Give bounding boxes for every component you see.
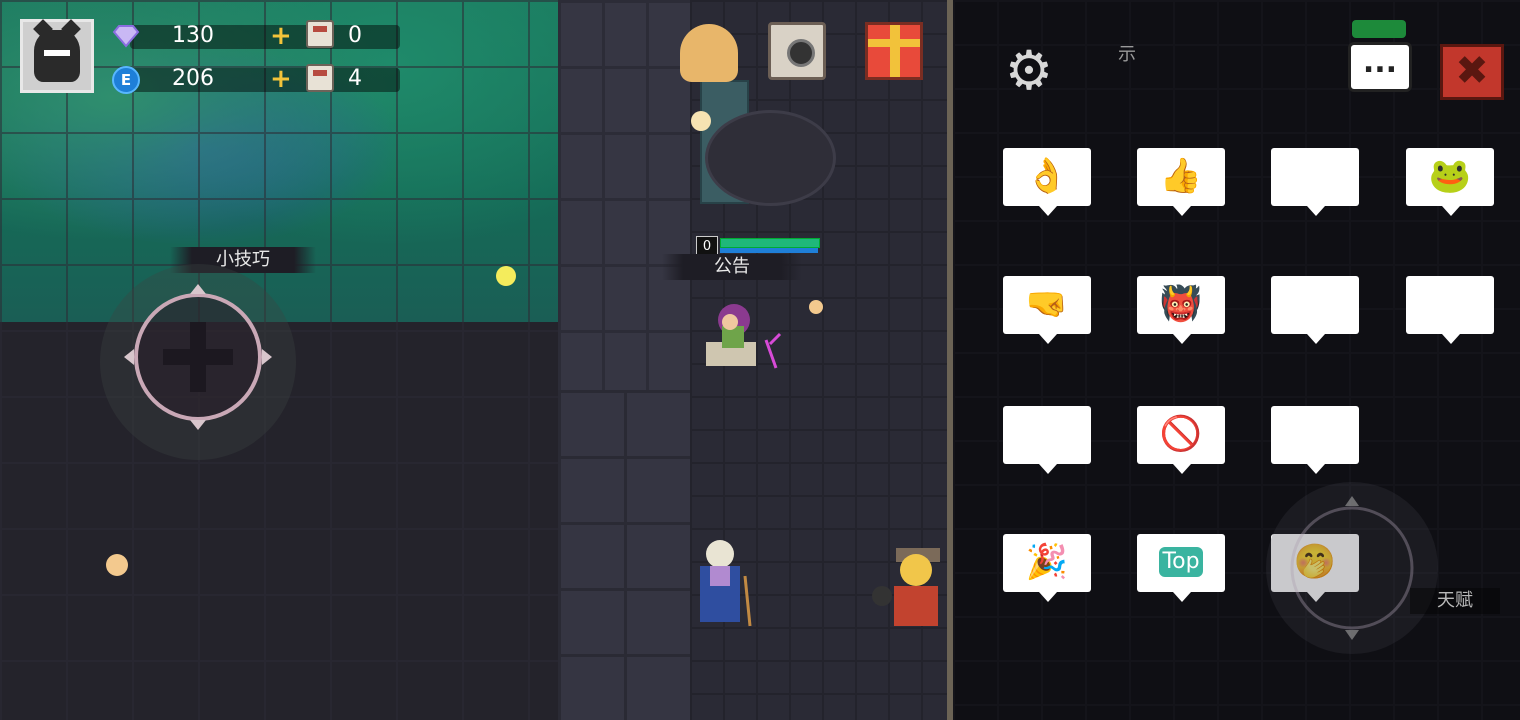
- energy-count: 206: [172, 66, 214, 91]
- add-gems-button[interactable]: +: [270, 23, 292, 49]
- talent-label[interactable]: 天赋: [1410, 588, 1500, 614]
- cat-avatar-icon: [34, 30, 80, 82]
- light-orb: [691, 111, 711, 131]
- notice-label[interactable]: 公告: [662, 254, 802, 280]
- player-shield-bar: [720, 248, 818, 253]
- gift-icon[interactable]: [865, 22, 923, 80]
- corridor-floor: [558, 0, 690, 390]
- camera-icon[interactable]: [768, 22, 826, 80]
- chat-badge: [1352, 20, 1406, 38]
- green-blob-grin-icon: 😁: [1432, 284, 1468, 324]
- material-bag-icon: [306, 64, 334, 92]
- love-face-icon: 😍: [1297, 414, 1333, 454]
- material-b-count: 4: [348, 66, 362, 91]
- top-label: Top: [1159, 547, 1203, 577]
- diamond-icon: [112, 25, 140, 48]
- settings-gear-icon[interactable]: ⚙: [1002, 44, 1056, 98]
- emote-green-blob-grin[interactable]: 😁: [1406, 276, 1494, 344]
- no-sword-icon: 🚫: [1159, 414, 1203, 454]
- material-box-icon: [306, 20, 334, 48]
- light-orb: [106, 554, 128, 576]
- emote-top[interactable]: Top: [1137, 534, 1225, 602]
- wizard-npc: [700, 540, 752, 627]
- emote-no-sword[interactable]: 🚫: [1137, 406, 1225, 474]
- laughing-face-icon: 😂: [1295, 284, 1335, 324]
- emote-sword[interactable]: 🗡: [1003, 406, 1091, 474]
- emote-love-face[interactable]: 😍: [1271, 406, 1359, 474]
- chat-button[interactable]: ...: [1348, 42, 1412, 92]
- emote-green-blob-happy[interactable]: 🐸: [1406, 148, 1494, 216]
- portal-disc: [705, 110, 836, 206]
- sword-icon: 🗡: [1025, 414, 1069, 454]
- add-energy-button[interactable]: +: [270, 66, 292, 92]
- partial-hint-text: 示: [1118, 44, 1136, 65]
- player-character: [706, 304, 782, 369]
- ok-hand-icon: 👌: [1025, 156, 1069, 196]
- faded-joystick: [1266, 482, 1438, 654]
- emote-confetti[interactable]: 🎉: [1003, 534, 1091, 602]
- game-scene: 130 + 0 E 206 + 4 小技巧 0 公告: [0, 0, 950, 720]
- emote-thumbs-up[interactable]: 👍: [1137, 148, 1225, 216]
- player-hp-bar: [720, 238, 820, 248]
- thumbs-up-icon: 👍: [1159, 156, 1203, 196]
- engineer-npc: [872, 548, 940, 626]
- emote-shocked-face[interactable]: 😱: [1271, 148, 1359, 216]
- close-button[interactable]: ✖: [1440, 44, 1504, 100]
- shocked-face-icon: 😱: [1297, 156, 1333, 196]
- emote-laughing-face[interactable]: 😂: [1271, 276, 1359, 344]
- gems-count: 130: [172, 23, 214, 48]
- lower-floor: [558, 390, 690, 720]
- player-avatar[interactable]: [20, 19, 94, 93]
- character-doll-icon[interactable]: [680, 24, 738, 82]
- green-blob-icon: 🐸: [1428, 156, 1472, 196]
- emote-fist-knife[interactable]: 🤜: [1003, 276, 1091, 344]
- light-orb: [496, 266, 516, 286]
- movement-joystick[interactable]: [98, 262, 298, 462]
- material-a-count: 0: [348, 23, 362, 48]
- emote-ok-hand[interactable]: 👌: [1003, 148, 1091, 216]
- energy-coin-icon: E: [112, 66, 140, 94]
- red-demon-icon: 👹: [1159, 284, 1203, 324]
- confetti-icon: 🎉: [1025, 542, 1069, 582]
- fist-knife-icon: 🤜: [1025, 284, 1069, 324]
- light-orb: [809, 300, 823, 314]
- emote-red-demon[interactable]: 👹: [1137, 276, 1225, 344]
